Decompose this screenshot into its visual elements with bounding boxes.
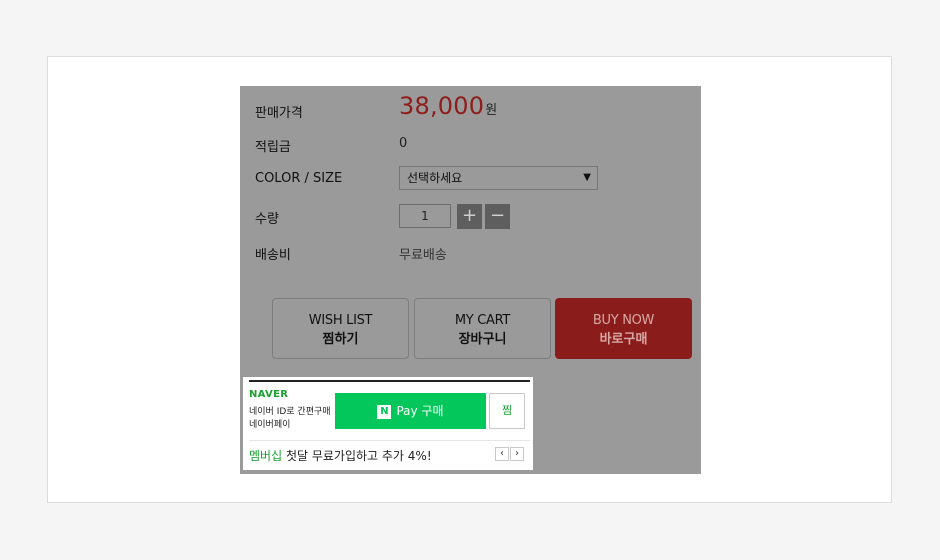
wishlist-ko-label: 찜하기: [322, 332, 359, 347]
quantity-input[interactable]: 1: [399, 204, 451, 228]
price-value: 38,000원: [399, 92, 497, 120]
buy-now-button[interactable]: BUY NOW 바로구매: [555, 298, 692, 359]
points-label: 적립금: [255, 140, 291, 155]
naver-pay-label: Pay 구매: [396, 404, 444, 418]
price-amount: 38,000: [399, 92, 485, 120]
cart-en-label: MY CART: [454, 313, 511, 328]
option-label: COLOR / SIZE: [255, 171, 343, 186]
wishlist-button[interactable]: WISH LIST 찜하기: [272, 298, 409, 359]
naver-top-divider: [249, 380, 530, 382]
chevron-right-icon[interactable]: ›: [510, 447, 524, 461]
qty-label: 수량: [255, 212, 279, 227]
plus-icon: +: [461, 205, 478, 226]
naver-logo: NAVER: [249, 389, 289, 400]
promo-highlight: 멤버십: [249, 449, 283, 463]
chevron-left-icon[interactable]: ‹: [495, 447, 509, 461]
qty-plus-button[interactable]: +: [457, 204, 482, 229]
points-value: 0: [399, 136, 408, 151]
option-selected-text: 선택하세요: [407, 171, 463, 185]
buy-ko-label: 바로구매: [599, 332, 648, 347]
cart-button[interactable]: MY CART 장바구니: [414, 298, 551, 359]
naver-pay-widget: NAVER 네이버 ID로 간편구매 네이버페이 N Pay 구매 찜 멤버십 첫…: [243, 377, 533, 470]
naver-subtext-1: 네이버 ID로 간편구매: [249, 407, 331, 417]
option-select[interactable]: 선택하세요 ▼: [399, 166, 598, 190]
naver-subtext-2: 네이버페이: [249, 420, 291, 430]
naver-pay-button[interactable]: N Pay 구매: [335, 393, 486, 429]
naver-promo: 멤버십 첫달 무료가입하고 추가 4%!: [249, 447, 432, 464]
naver-n-icon: N: [377, 404, 392, 419]
wishlist-en-label: WISH LIST: [308, 313, 373, 328]
price-unit: 원: [485, 103, 498, 118]
naver-zzim-button[interactable]: 찜: [489, 393, 525, 429]
cart-ko-label: 장바구니: [458, 332, 507, 347]
buy-en-label: BUY NOW: [592, 313, 655, 328]
promo-arrows: ‹ ›: [495, 447, 525, 462]
promo-text: 첫달 무료가입하고 추가 4%!: [282, 449, 432, 463]
shipping-label: 배송비: [255, 248, 291, 263]
chevron-down-icon: ▼: [583, 172, 591, 183]
qty-minus-button[interactable]: −: [485, 204, 510, 229]
shipping-value: 무료배송: [399, 248, 447, 263]
naver-divider: [249, 440, 530, 441]
minus-icon: −: [489, 205, 506, 226]
price-label: 판매가격: [255, 106, 303, 121]
